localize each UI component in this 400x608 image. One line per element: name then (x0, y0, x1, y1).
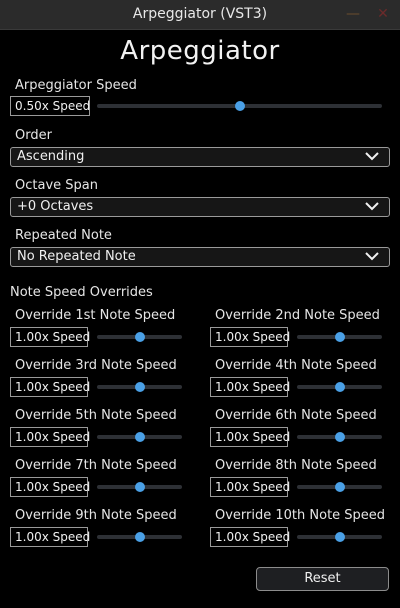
override-10-label: Override 10th Note Speed (215, 508, 386, 523)
override-4-label: Override 4th Note Speed (215, 358, 377, 373)
speed-slider[interactable] (97, 101, 382, 111)
override-7-label: Override 7th Note Speed (15, 458, 177, 473)
override-3-label: Override 3rd Note Speed (15, 358, 177, 373)
override-10-value-field[interactable]: 1.00x Speed (210, 527, 290, 547)
override-10-slider-thumb[interactable] (334, 532, 345, 542)
override-5-label: Override 5th Note Speed (15, 408, 177, 423)
override-2-slider-thumb[interactable] (334, 332, 345, 342)
override-7-value-field[interactable]: 1.00x Speed (10, 477, 90, 497)
page-title: Arpeggiator (120, 36, 280, 66)
override-7-slider-thumb[interactable] (134, 482, 145, 492)
override-2-slider[interactable] (297, 332, 382, 342)
override-1-slider-thumb[interactable] (134, 332, 145, 342)
override-5-slider-thumb[interactable] (134, 432, 145, 442)
override-6-slider-thumb[interactable] (334, 432, 345, 442)
override-1-value-field[interactable]: 1.00x Speed (10, 327, 90, 347)
override-4-value-field[interactable]: 1.00x Speed (210, 377, 290, 397)
override-3-slider-thumb[interactable] (134, 382, 145, 392)
window-titlebar: Arpeggiator (VST3) — ✕ (0, 0, 400, 30)
chevron-down-icon (365, 152, 379, 161)
override-6-value-field[interactable]: 1.00x Speed (210, 427, 290, 447)
override-2-value-field[interactable]: 1.00x Speed (210, 327, 290, 347)
override-8-label: Override 8th Note Speed (215, 458, 377, 473)
override-8-slider-thumb[interactable] (334, 482, 345, 492)
minimize-button[interactable]: — (342, 4, 364, 24)
override-1-label: Override 1st Note Speed (15, 308, 176, 323)
note-speed-overrides-heading: Note Speed Overrides (10, 285, 153, 300)
order-dropdown[interactable]: Ascending (10, 147, 390, 167)
override-9-label: Override 9th Note Speed (15, 508, 177, 523)
override-7-slider[interactable] (97, 482, 182, 492)
chevron-down-icon (365, 252, 379, 261)
repeated-note-dropdown[interactable]: No Repeated Note (10, 247, 390, 267)
window-title: Arpeggiator (VST3) (132, 6, 268, 22)
speed-value-field[interactable]: 0.50x Speed (10, 96, 90, 116)
order-selected: Ascending (17, 149, 85, 164)
override-4-slider-thumb[interactable] (334, 382, 345, 392)
override-1-slider[interactable] (97, 332, 182, 342)
order-label: Order (15, 128, 52, 143)
close-button[interactable]: ✕ (372, 4, 394, 24)
override-9-slider-thumb[interactable] (134, 532, 145, 542)
override-2-label: Override 2nd Note Speed (215, 308, 380, 323)
octave-span-dropdown[interactable]: +0 Octaves (10, 197, 390, 217)
octave-span-selected: +0 Octaves (17, 199, 94, 214)
override-9-value-field[interactable]: 1.00x Speed (10, 527, 90, 547)
speed-slider-thumb[interactable] (234, 101, 245, 111)
override-6-slider[interactable] (297, 432, 382, 442)
override-10-slider[interactable] (297, 532, 382, 542)
repeated-note-selected: No Repeated Note (17, 249, 136, 264)
speed-label: Arpeggiator Speed (15, 78, 137, 93)
octave-span-label: Octave Span (15, 178, 98, 193)
override-6-label: Override 6th Note Speed (215, 408, 377, 423)
override-3-slider[interactable] (97, 382, 182, 392)
chevron-down-icon (365, 202, 379, 211)
reset-button[interactable]: Reset (256, 567, 389, 591)
override-5-slider[interactable] (97, 432, 182, 442)
override-9-slider[interactable] (97, 532, 182, 542)
override-5-value-field[interactable]: 1.00x Speed (10, 427, 90, 447)
override-8-value-field[interactable]: 1.00x Speed (210, 477, 290, 497)
override-3-value-field[interactable]: 1.00x Speed (10, 377, 90, 397)
repeated-note-label: Repeated Note (15, 228, 112, 243)
override-8-slider[interactable] (297, 482, 382, 492)
override-4-slider[interactable] (297, 382, 382, 392)
